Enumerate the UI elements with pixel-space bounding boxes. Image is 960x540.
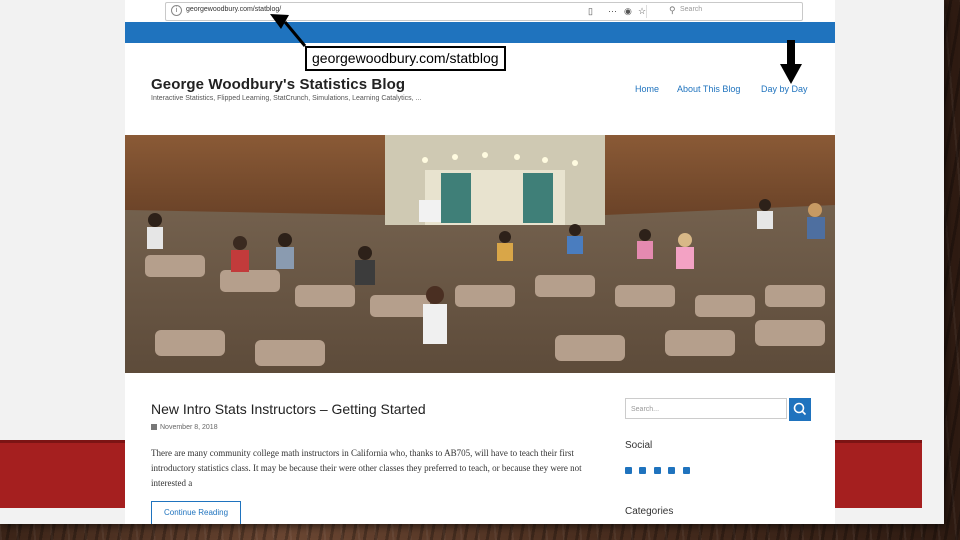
browser-screenshot: i georgewoodbury.com/statblog/ ▯ ⋯ ◉ ☆ ⚲… [125, 0, 835, 524]
site-tagline: Interactive Statistics, Flipped Learning… [151, 95, 422, 102]
nav-about[interactable]: About This Blog [677, 84, 740, 94]
slide: i georgewoodbury.com/statblog/ ▯ ⋯ ◉ ☆ ⚲… [0, 0, 944, 524]
more-icon[interactable]: ⋯ [608, 6, 617, 16]
social-heading: Social [625, 440, 653, 451]
instagram-icon[interactable] [653, 467, 661, 474]
search-icon [793, 402, 807, 416]
categories-heading: Categories [625, 506, 674, 517]
lecture-hall-photo [125, 135, 835, 373]
url-callout: georgewoodbury.com/statblog [305, 46, 506, 71]
address-bar[interactable]: i georgewoodbury.com/statblog/ ▯ ⋯ ◉ ☆ ⚲… [165, 2, 803, 21]
post-date-text: November 8, 2018 [160, 424, 218, 431]
continue-reading-button[interactable]: Continue Reading [151, 501, 241, 524]
nav-home[interactable]: Home [635, 84, 659, 94]
post-title[interactable]: New Intro Stats Instructors – Getting St… [151, 401, 426, 417]
info-icon[interactable]: i [171, 5, 182, 16]
facebook-icon[interactable] [625, 467, 632, 474]
site-top-bar [125, 22, 835, 43]
hero-image [125, 135, 835, 373]
youtube-icon[interactable] [682, 467, 690, 474]
post-excerpt: There are many community college math in… [151, 448, 582, 488]
nav-day-by-day[interactable]: Day by Day [761, 84, 808, 94]
calendar-icon [151, 424, 157, 430]
browser-search-placeholder: Search [680, 6, 703, 13]
browser-search-field[interactable]: ⚲ Search [666, 4, 800, 17]
search-icon: ⚲ [669, 5, 676, 15]
site-title[interactable]: George Woodbury's Statistics Blog [151, 76, 405, 93]
address-url[interactable]: georgewoodbury.com/statblog/ [186, 6, 281, 13]
linkedin-icon[interactable] [668, 467, 676, 474]
sidebar-search-button[interactable] [789, 398, 811, 421]
post-date: November 8, 2018 [151, 424, 218, 431]
sidebar-search-input[interactable]: Search... [625, 398, 787, 419]
social-links [625, 461, 693, 479]
toolbar-divider [646, 5, 647, 18]
pocket-icon[interactable]: ◉ [624, 6, 632, 16]
twitter-icon[interactable] [639, 467, 647, 474]
reader-view-icon[interactable]: ▯ [588, 6, 593, 16]
bookmark-star-icon[interactable]: ☆ [638, 6, 646, 16]
